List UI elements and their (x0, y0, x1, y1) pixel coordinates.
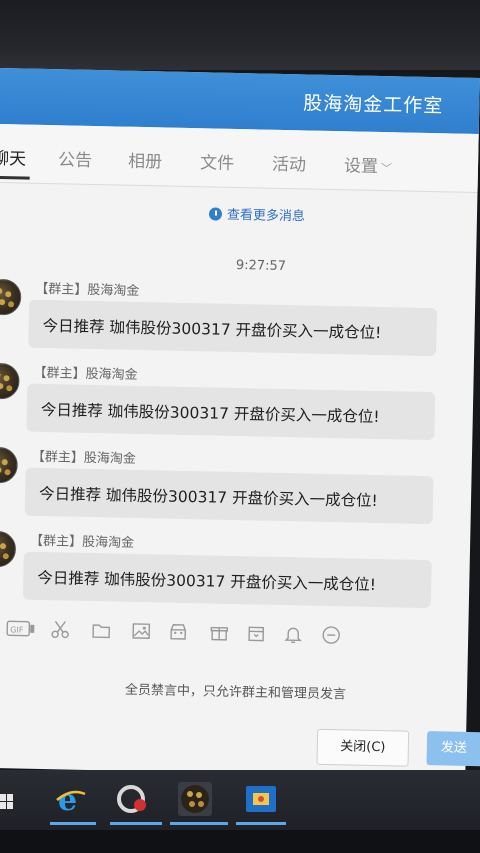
message-bubble[interactable]: 今日推荐 珈伟股份300317 开盘价买入一成仓位! (24, 467, 434, 525)
calendar-icon[interactable] (246, 623, 266, 642)
window-title: 股海淘金工作室 (303, 92, 444, 118)
message-text: 今日推荐 珈伟股份300317 开盘价买入一成仓位! (42, 316, 382, 343)
tab-bar: 聊天 公告 相册 文件 活动 设置 ﹀ (0, 123, 479, 194)
avatar[interactable] (0, 530, 17, 568)
bell-icon[interactable] (283, 624, 303, 644)
sender-name: 【群主】股海淘金 (33, 365, 138, 383)
chat-area[interactable]: 查看更多消息 9:27:57 【群主】股海淘金 今日推荐 珈伟股份300317 … (0, 183, 477, 613)
taskbar-active-indicator (236, 822, 286, 825)
clock-icon (208, 207, 223, 221)
tab-announcements[interactable]: 公告 (58, 145, 93, 171)
gift-icon[interactable] (209, 623, 229, 641)
svg-text:GIF: GIF (10, 625, 24, 634)
send-button[interactable]: 发送 (426, 731, 480, 767)
message-text: 今日推荐 珈伟股份300317 开盘价买入一成仓位! (38, 484, 378, 511)
avatar[interactable] (0, 446, 19, 484)
message-timestamp: 9:27:57 (235, 257, 287, 275)
message-bubble[interactable]: 今日推荐 珈伟股份300317 开盘价买入一成仓位! (26, 383, 436, 441)
qq-app-icon[interactable] (244, 782, 278, 816)
taskbar-active-indicator (110, 822, 162, 825)
tab-files[interactable]: 文件 (200, 148, 235, 174)
view-more-label: 查看更多消息 (226, 207, 306, 225)
taskbar: e (0, 770, 480, 830)
folder-icon[interactable] (91, 620, 111, 639)
tab-album[interactable]: 相册 (128, 147, 163, 173)
message-bubble[interactable]: 今日推荐 珈伟股份300317 开盘价买入一成仓位! (22, 551, 432, 609)
tab-settings-label: 设置 (343, 156, 379, 177)
message-item: 【群主】股海淘金 今日推荐 珈伟股份300317 开盘价买入一成仓位! (0, 446, 472, 541)
screen-bezel-bottom (0, 830, 480, 853)
message-item: 【群主】股海淘金 今日推荐 珈伟股份300317 开盘价买入一成仓位! (0, 362, 474, 457)
tab-settings[interactable]: 设置 ﹀ (344, 151, 393, 177)
taskbar-active-indicator (50, 822, 96, 825)
screen-bezel-top (0, 0, 480, 70)
message-text: 今日推荐 珈伟股份300317 开盘价买入一成仓位! (37, 568, 377, 594)
view-more-messages-link[interactable]: 查看更多消息 (208, 203, 306, 225)
active-tab-underline (0, 175, 30, 180)
message-item: 【群主】股海淘金 今日推荐 珈伟股份300317 开盘价买入一成仓位! (0, 278, 475, 373)
taskbar-active-indicator (170, 822, 228, 825)
gif-icon[interactable]: GIF (6, 618, 36, 637)
group-chat-window: 股海淘金工作室 聊天 公告 相册 文件 活动 设置 ﹀ 查看更多消息 9:27:5… (0, 68, 480, 778)
more-icon[interactable] (321, 625, 341, 644)
tab-chat[interactable]: 聊天 (0, 144, 26, 170)
message-bubble[interactable]: 今日推荐 珈伟股份300317 开盘价买入一成仓位! (28, 299, 438, 357)
avatar[interactable] (0, 278, 22, 316)
group-avatar-app-icon[interactable] (178, 782, 212, 816)
chevron-down-icon: ﹀ (380, 162, 393, 176)
shop-icon[interactable] (168, 622, 188, 640)
tab-activities[interactable]: 活动 (272, 150, 307, 176)
avatar[interactable] (0, 362, 20, 400)
image-icon[interactable] (131, 621, 151, 639)
message-item: 【群主】股海淘金 今日推荐 珈伟股份300317 开盘价买入一成仓位! (0, 530, 470, 625)
sender-name: 【群主】股海淘金 (31, 449, 137, 467)
sender-name: 【群主】股海淘金 (29, 533, 135, 551)
windows-start-icon[interactable] (0, 794, 14, 810)
message-text: 今日推荐 珈伟股份300317 开盘价买入一成仓位! (40, 400, 380, 427)
title-bar: 股海淘金工作室 (0, 68, 480, 135)
mute-notice: 全员禁言中，只允许群主和管理员发言 (124, 682, 347, 703)
scissors-icon[interactable] (50, 619, 70, 639)
browser-app-icon[interactable] (116, 782, 150, 816)
svg-text:e: e (58, 783, 77, 816)
internet-explorer-icon[interactable]: e (54, 782, 88, 818)
sender-name: 【群主】股海淘金 (35, 281, 140, 299)
close-button[interactable]: 关闭(C) (316, 728, 410, 767)
